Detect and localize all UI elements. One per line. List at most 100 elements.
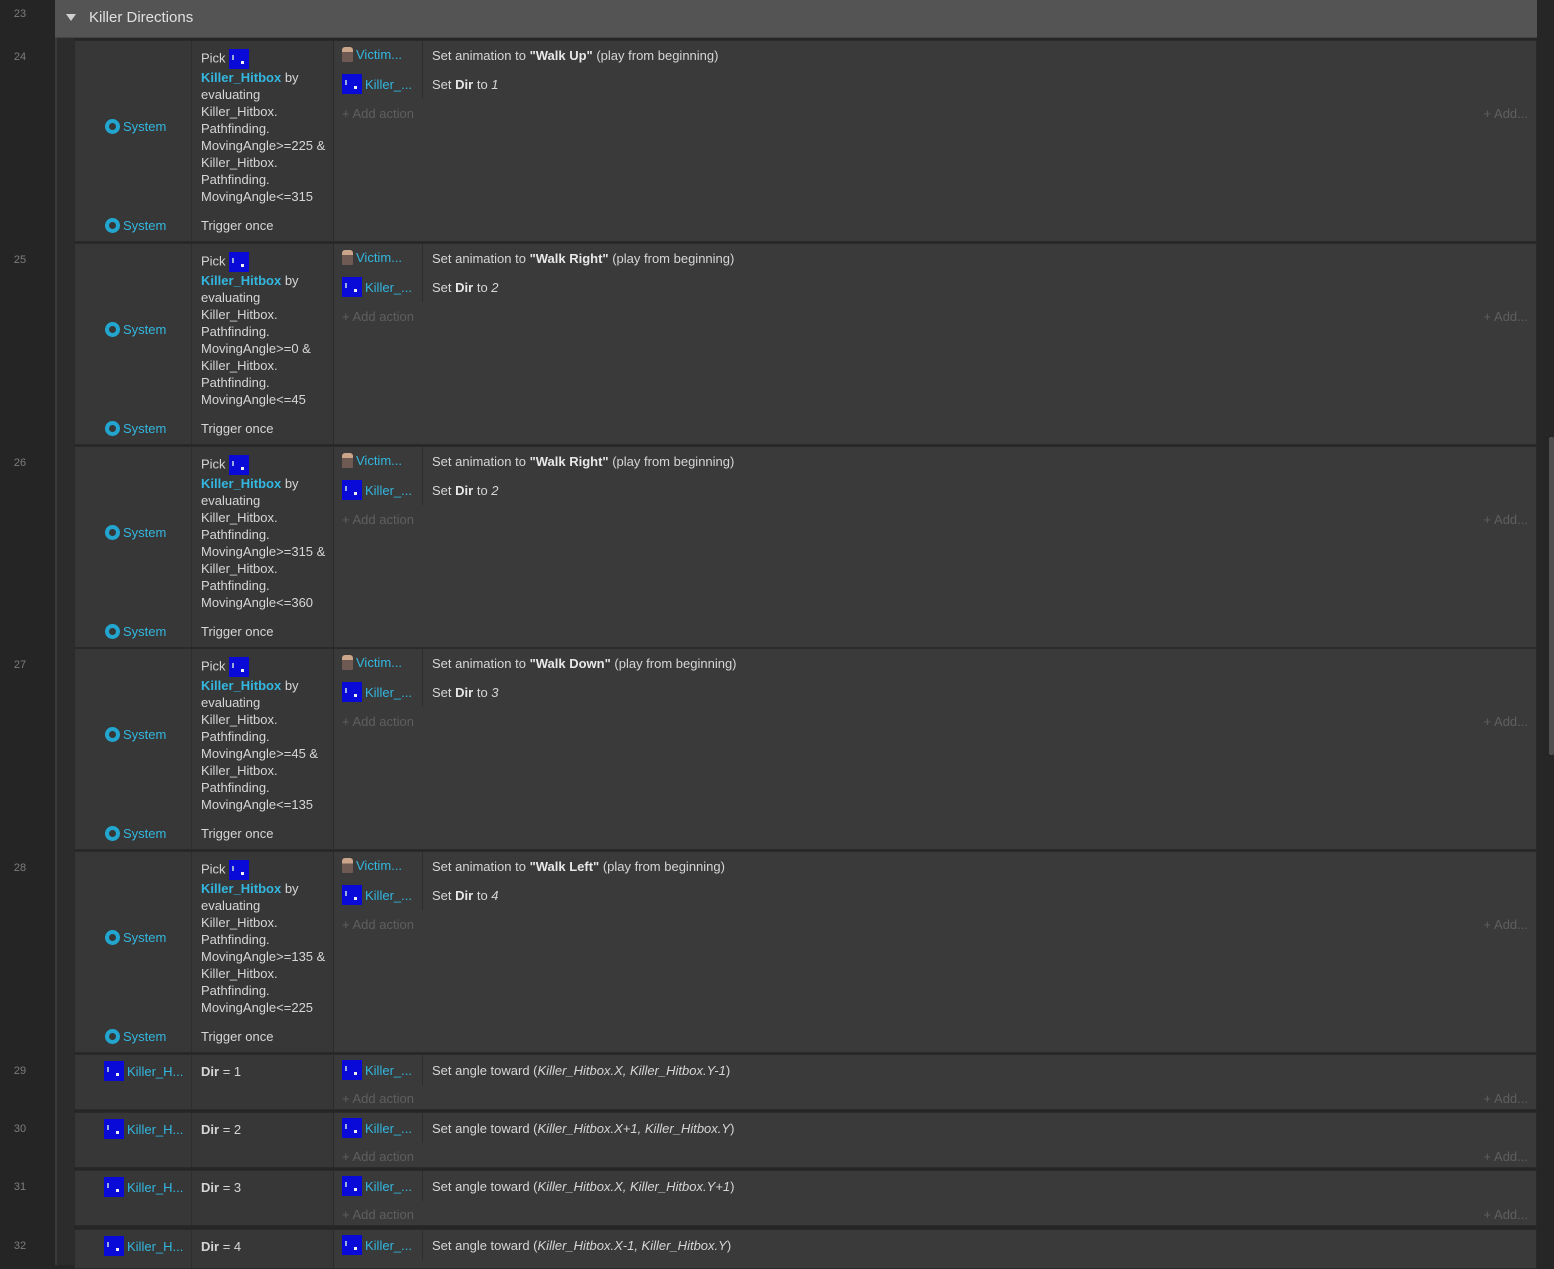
condition-object-system[interactable]: System (105, 119, 189, 134)
event-block[interactable]: Killer_H... Dir = 2 Killer_... Set angle… (74, 1112, 1537, 1168)
add-action-link[interactable]: + Add action (342, 1207, 414, 1222)
actions-column[interactable]: Victim... Set animation to "Walk Right" … (334, 447, 1536, 647)
set-animation-action[interactable]: Set animation to "Walk Down" (play from … (432, 656, 737, 671)
trigger-once-condition[interactable]: Trigger once (201, 624, 274, 639)
conditions-column[interactable]: System Pick Killer_Hitbox by evaluating … (75, 41, 334, 241)
conditions-column[interactable]: System Pick Killer_Hitbox by evaluating … (75, 447, 334, 647)
actions-column[interactable]: Killer_... Set angle toward (Killer_Hitb… (334, 1113, 1536, 1167)
hitbox-object-link[interactable]: Killer_Hitbox (201, 678, 281, 693)
pick-by-evaluate-condition[interactable]: Pick Killer_Hitbox by evaluating Killer_… (201, 252, 329, 408)
dir-compare-condition[interactable]: Dir = 2 (201, 1122, 241, 1137)
dir-compare-condition[interactable]: Dir = 3 (201, 1180, 241, 1195)
actions-column[interactable]: Killer_... Set angle toward (Killer_Hitb… (334, 1171, 1536, 1225)
condition-object-system[interactable]: System (105, 525, 189, 540)
conditions-column[interactable]: Killer_H... Dir = 2 (75, 1113, 334, 1167)
condition-object-system[interactable]: System (105, 826, 189, 841)
pick-by-evaluate-condition[interactable]: Pick Killer_Hitbox by evaluating Killer_… (201, 49, 329, 205)
condition-object-system[interactable]: System (105, 727, 189, 742)
dir-compare-condition[interactable]: Dir = 4 (201, 1239, 241, 1254)
add-more-link[interactable]: + Add... (1484, 714, 1528, 729)
add-action-link[interactable]: + Add action (342, 309, 414, 324)
trigger-once-condition[interactable]: Trigger once (201, 826, 274, 841)
pick-by-evaluate-condition[interactable]: Pick Killer_Hitbox by evaluating Killer_… (201, 455, 329, 611)
action-object-killer[interactable]: Killer_... (342, 74, 422, 94)
condition-object-killer-hitbox[interactable]: Killer_H... (104, 1177, 188, 1197)
conditions-column[interactable]: System Pick Killer_Hitbox by evaluating … (75, 244, 334, 444)
event-block[interactable]: System Pick Killer_Hitbox by evaluating … (74, 446, 1537, 648)
condition-object-system[interactable]: System (105, 218, 189, 233)
hitbox-object-link[interactable]: Killer_Hitbox (201, 881, 281, 896)
set-animation-action[interactable]: Set animation to "Walk Left" (play from … (432, 859, 725, 874)
event-block[interactable]: System Pick Killer_Hitbox by evaluating … (74, 851, 1537, 1053)
condition-object-system[interactable]: System (105, 930, 189, 945)
conditions-column[interactable]: Killer_H... Dir = 1 (75, 1055, 334, 1109)
action-object-killer[interactable]: Killer_... (342, 1118, 422, 1138)
condition-object-system[interactable]: System (105, 1029, 189, 1044)
add-more-link[interactable]: + Add... (1484, 106, 1528, 121)
action-object-victim[interactable]: Victim... (342, 250, 422, 265)
conditions-column[interactable]: Killer_H... Dir = 4 (75, 1230, 334, 1268)
condition-object-killer-hitbox[interactable]: Killer_H... (104, 1061, 188, 1081)
action-object-victim[interactable]: Victim... (342, 453, 422, 468)
set-angle-action[interactable]: Set angle toward (Killer_Hitbox.X, Kille… (432, 1179, 734, 1194)
actions-column[interactable]: Killer_... Set angle toward (Killer_Hitb… (334, 1230, 1536, 1268)
event-block[interactable]: System Pick Killer_Hitbox by evaluating … (74, 243, 1537, 445)
action-object-killer[interactable]: Killer_... (342, 480, 422, 500)
action-object-killer[interactable]: Killer_... (342, 1176, 422, 1196)
condition-object-system[interactable]: System (105, 421, 189, 436)
dir-compare-condition[interactable]: Dir = 1 (201, 1064, 241, 1079)
add-more-link[interactable]: + Add... (1484, 512, 1528, 527)
pick-by-evaluate-condition[interactable]: Pick Killer_Hitbox by evaluating Killer_… (201, 860, 329, 1016)
set-dir-action[interactable]: Set Dir to 2 (432, 483, 499, 498)
trigger-once-condition[interactable]: Trigger once (201, 1029, 274, 1044)
action-object-killer[interactable]: Killer_... (342, 682, 422, 702)
event-block[interactable]: System Pick Killer_Hitbox by evaluating … (74, 40, 1537, 242)
condition-object-system[interactable]: System (105, 322, 189, 337)
trigger-once-condition[interactable]: Trigger once (201, 218, 274, 233)
set-animation-action[interactable]: Set animation to "Walk Right" (play from… (432, 251, 734, 266)
pick-by-evaluate-condition[interactable]: Pick Killer_Hitbox by evaluating Killer_… (201, 657, 329, 813)
conditions-column[interactable]: System Pick Killer_Hitbox by evaluating … (75, 852, 334, 1052)
event-block[interactable]: System Pick Killer_Hitbox by evaluating … (74, 648, 1537, 850)
vertical-scrollbar[interactable] (1549, 437, 1554, 755)
add-more-link[interactable]: + Add... (1484, 917, 1528, 932)
collapse-triangle-icon[interactable] (66, 14, 76, 21)
hitbox-object-link[interactable]: Killer_Hitbox (201, 70, 281, 85)
actions-column[interactable]: Victim... Set animation to "Walk Right" … (334, 244, 1536, 444)
action-object-killer[interactable]: Killer_... (342, 885, 422, 905)
actions-column[interactable]: Victim... Set animation to "Walk Down" (… (334, 649, 1536, 849)
add-action-link[interactable]: + Add action (342, 714, 414, 729)
add-action-link[interactable]: + Add action (342, 1149, 414, 1164)
add-more-link[interactable]: + Add... (1484, 1207, 1528, 1222)
action-object-killer[interactable]: Killer_... (342, 1235, 422, 1255)
set-dir-action[interactable]: Set Dir to 4 (432, 888, 499, 903)
event-group-header[interactable]: Killer Directions (55, 0, 1537, 38)
set-animation-action[interactable]: Set animation to "Walk Right" (play from… (432, 454, 734, 469)
action-object-killer[interactable]: Killer_... (342, 277, 422, 297)
event-block[interactable]: Killer_H... Dir = 1 Killer_... Set angle… (74, 1054, 1537, 1110)
event-block[interactable]: Killer_H... Dir = 4 Killer_... Set angle… (74, 1229, 1537, 1269)
actions-column[interactable]: Killer_... Set angle toward (Killer_Hitb… (334, 1055, 1536, 1109)
conditions-column[interactable]: System Pick Killer_Hitbox by evaluating … (75, 649, 334, 849)
event-block[interactable]: Killer_H... Dir = 3 Killer_... Set angle… (74, 1170, 1537, 1226)
conditions-column[interactable]: Killer_H... Dir = 3 (75, 1171, 334, 1225)
condition-object-killer-hitbox[interactable]: Killer_H... (104, 1236, 188, 1256)
condition-object-system[interactable]: System (105, 624, 189, 639)
action-object-killer[interactable]: Killer_... (342, 1060, 422, 1080)
add-more-link[interactable]: + Add... (1484, 1149, 1528, 1164)
hitbox-object-link[interactable]: Killer_Hitbox (201, 476, 281, 491)
set-angle-action[interactable]: Set angle toward (Killer_Hitbox.X-1, Kil… (432, 1238, 731, 1253)
actions-column[interactable]: Victim... Set animation to "Walk Up" (pl… (334, 41, 1536, 241)
add-action-link[interactable]: + Add action (342, 512, 414, 527)
action-object-victim[interactable]: Victim... (342, 858, 422, 873)
set-dir-action[interactable]: Set Dir to 2 (432, 280, 499, 295)
hitbox-object-link[interactable]: Killer_Hitbox (201, 273, 281, 288)
trigger-once-condition[interactable]: Trigger once (201, 421, 274, 436)
add-action-link[interactable]: + Add action (342, 106, 414, 121)
action-object-victim[interactable]: Victim... (342, 655, 422, 670)
add-more-link[interactable]: + Add... (1484, 309, 1528, 324)
actions-column[interactable]: Victim... Set animation to "Walk Left" (… (334, 852, 1536, 1052)
set-angle-action[interactable]: Set angle toward (Killer_Hitbox.X, Kille… (432, 1063, 730, 1078)
add-more-link[interactable]: + Add... (1484, 1091, 1528, 1106)
set-animation-action[interactable]: Set animation to "Walk Up" (play from be… (432, 48, 718, 63)
